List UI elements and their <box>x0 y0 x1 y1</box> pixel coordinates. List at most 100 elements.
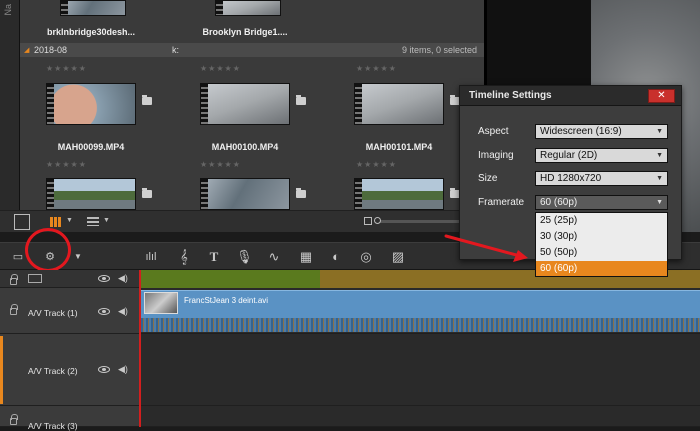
size-label: Size <box>478 173 498 184</box>
library-thumbnail[interactable] <box>46 83 136 125</box>
audio-waveform <box>141 318 700 332</box>
track-lane[interactable] <box>140 334 700 406</box>
library-thumbnail[interactable] <box>46 178 136 210</box>
group-header[interactable]: ◢ 2018-08 k: 9 items, 0 selected <box>20 43 484 57</box>
left-strip-label: Na <box>3 4 13 16</box>
eye-icon[interactable] <box>98 366 110 373</box>
rating-stars[interactable]: ★★★★★ <box>356 64 397 73</box>
library-item-name: brklnbridge30desh... <box>46 27 136 37</box>
library-thumbnail[interactable] <box>354 178 444 210</box>
chevron-down-icon[interactable]: ▼ <box>103 217 110 224</box>
zoom-slider-handle[interactable] <box>374 217 381 224</box>
size-value: HD 1280x720 <box>540 173 602 184</box>
rating-stars[interactable]: ★★★★★ <box>200 64 241 73</box>
track-name: A/V Track (3) <box>28 421 78 431</box>
group-expand-icon[interactable]: ◢ <box>24 46 29 54</box>
eye-icon[interactable] <box>98 275 110 282</box>
library-item-name: MAH00101.MP4 <box>365 142 433 152</box>
chevron-down-icon: ▼ <box>656 128 663 135</box>
color-icon[interactable]: ◐ <box>328 249 344 265</box>
library-item-name: Brooklyn Bridge1.... <box>202 27 288 37</box>
timeline-toggle-icon[interactable]: ▭ <box>10 249 26 265</box>
chevron-down-icon: ▼ <box>656 152 663 159</box>
track-name: A/V Track (1) <box>28 308 78 318</box>
library-thumbnail[interactable] <box>215 0 281 16</box>
framerate-option[interactable]: 25 (25p) <box>536 213 667 228</box>
framerate-value: 60 (60p) <box>540 197 578 208</box>
aspect-value: Widescreen (16:9) <box>540 126 622 137</box>
library-item-name: MAH00099.MP4 <box>57 142 125 152</box>
playhead[interactable] <box>139 270 141 427</box>
lock-icon[interactable] <box>10 414 18 425</box>
close-icon: ✕ <box>657 90 666 101</box>
folder-icon <box>142 188 152 198</box>
library-thumbnail[interactable] <box>60 0 126 16</box>
chevron-down-icon: ▼ <box>656 175 663 182</box>
framerate-option[interactable]: 30 (30p) <box>536 229 667 244</box>
rating-stars[interactable]: ★★★★★ <box>200 160 241 169</box>
rating-stars[interactable]: ★★★★★ <box>356 160 397 169</box>
scoreFitter-icon[interactable]: ▦ <box>298 249 314 265</box>
framerate-option-selected[interactable]: 60 (60p) <box>536 261 667 276</box>
audio-mixer-icon[interactable]: ılıl <box>143 249 159 265</box>
speaker-icon[interactable]: ◀) <box>118 274 128 283</box>
folder-icon <box>142 95 152 105</box>
library-thumbnail[interactable] <box>200 83 290 125</box>
library-thumbnail[interactable] <box>354 83 444 125</box>
lock-icon[interactable] <box>10 304 18 315</box>
framerate-label: Framerate <box>478 197 525 208</box>
dialog-title: Timeline Settings <box>469 90 552 101</box>
framerate-select[interactable]: 60 (60p) ▼ <box>535 195 668 210</box>
speaker-icon[interactable]: ◀) <box>118 307 128 316</box>
ruler-segment <box>140 270 320 288</box>
aspect-label: Aspect <box>478 126 509 137</box>
lock-icon[interactable] <box>10 274 18 285</box>
track-selection-marker <box>0 336 3 404</box>
library-item-name: MAH00100.MP4 <box>211 142 279 152</box>
track-header[interactable]: A/V Track (3) <box>0 406 140 431</box>
aspect-select[interactable]: Widescreen (16:9) ▼ <box>535 124 668 139</box>
list-view-icon[interactable] <box>87 217 99 226</box>
track-monitor-icon[interactable] <box>28 274 42 283</box>
title-text-icon[interactable]: T <box>206 249 222 265</box>
track-lane[interactable] <box>140 406 700 427</box>
annotation-arrow <box>444 234 528 262</box>
overlay-icon[interactable]: ◎ <box>358 249 374 265</box>
size-select[interactable]: HD 1280x720 ▼ <box>535 171 668 186</box>
chevron-down-icon[interactable]: ▼ <box>66 217 73 224</box>
eye-icon[interactable] <box>98 308 110 315</box>
library-thumbnail[interactable] <box>200 178 290 210</box>
group-column-marker: k: <box>172 45 180 55</box>
motion-path-icon[interactable]: ∿ <box>266 249 282 265</box>
library-pages-icon[interactable] <box>14 214 30 230</box>
annotation-circle <box>25 228 71 272</box>
group-summary: 9 items, 0 selected <box>402 45 478 55</box>
rating-stars[interactable]: ★★★★★ <box>46 160 87 169</box>
imaging-value: Regular (2D) <box>540 150 598 161</box>
image-icon[interactable]: ▨ <box>390 249 406 265</box>
library-toolbar: ▼ ▼ <box>0 210 484 232</box>
chevron-down-icon[interactable]: ▼ <box>70 249 86 265</box>
clip-title: FrancStJean 3 deint.avi <box>184 296 269 305</box>
close-button[interactable]: ✕ <box>648 89 675 103</box>
group-name: 2018-08 <box>34 45 68 55</box>
framerate-option[interactable]: 50 (50p) <box>536 245 667 260</box>
track-header[interactable]: A/V Track (2) ◀) <box>0 334 140 406</box>
chevron-down-icon: ▼ <box>656 199 663 206</box>
folder-icon <box>296 95 306 105</box>
folder-icon <box>296 188 306 198</box>
imaging-label: Imaging <box>478 150 514 161</box>
track-header[interactable]: A/V Track (1) ◀) <box>0 288 140 334</box>
rating-stars[interactable]: ★★★★★ <box>46 64 87 73</box>
imaging-select[interactable]: Regular (2D) ▼ <box>535 148 668 163</box>
voiceover-mic-icon[interactable]: 🎙 <box>236 249 253 265</box>
dialog-titlebar[interactable]: Timeline Settings ✕ <box>460 86 681 106</box>
grid-view-icon[interactable] <box>50 217 62 227</box>
clip-thumbnail <box>144 292 178 314</box>
music-icon[interactable]: 𝄞 <box>176 249 192 265</box>
zoom-small-icon[interactable] <box>364 217 372 225</box>
speaker-icon[interactable]: ◀) <box>118 365 128 374</box>
track-header-top: ◀) <box>0 270 140 288</box>
track-name: A/V Track (2) <box>28 366 78 376</box>
framerate-dropdown-list: 25 (25p) 30 (30p) 50 (50p) 60 (60p) <box>535 212 668 277</box>
